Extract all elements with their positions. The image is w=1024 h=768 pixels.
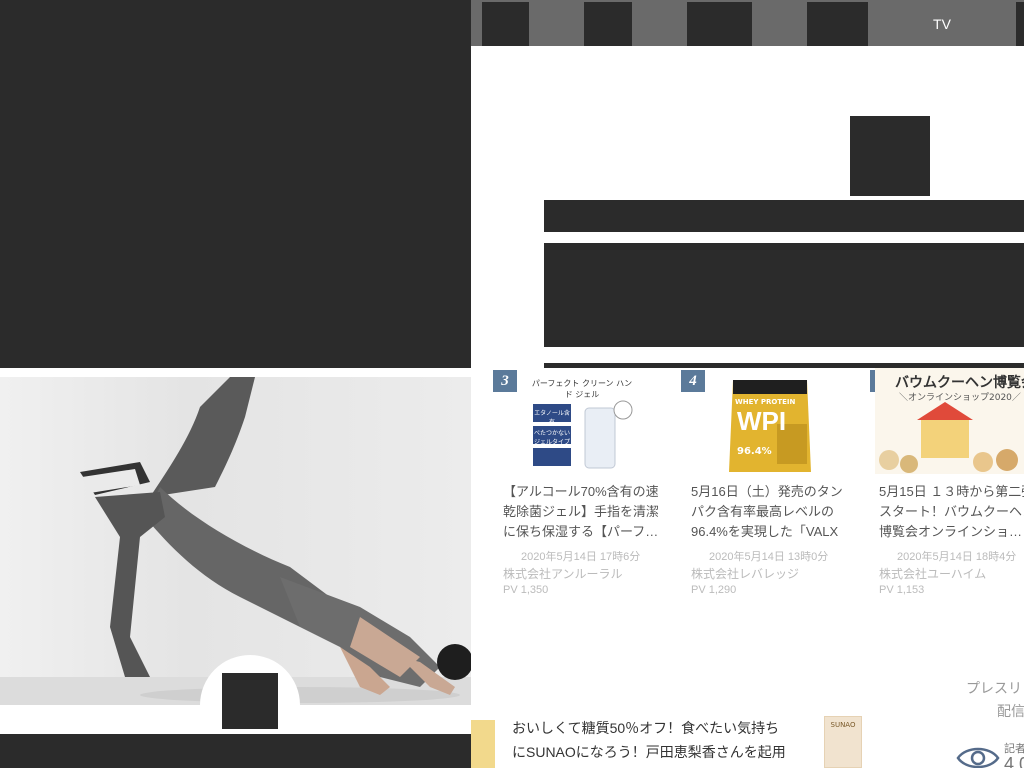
header-bar (544, 200, 1024, 232)
hero-image[interactable] (0, 377, 471, 705)
nav-item[interactable] (807, 2, 868, 46)
card-title[interactable]: 5月15日 １３時から第二弾スタート！バウムクーヘン博覧会オンラインショ… (879, 482, 1024, 542)
card-date: 2020年5月14日 18時4分 (897, 551, 1017, 563)
nav-item[interactable] (687, 2, 752, 46)
nav-item[interactable] (529, 2, 584, 46)
sidebar-press-release[interactable]: プレスリ (966, 678, 1022, 698)
article-thumbnail[interactable]: SUNAO (824, 716, 862, 768)
nav-item-tv[interactable]: TV (868, 2, 1016, 46)
article-title[interactable]: おいしくて糖質50％オフ！食べたい気持ちにSUNAOになろう！戸田恵梨香さんを起… (512, 716, 792, 768)
nav-item[interactable] (752, 2, 807, 46)
footer-block-left (0, 734, 471, 768)
rank-badge: 4 (681, 370, 705, 392)
thumb-caption: パーフェクト クリーン ハンド ジェル (531, 379, 633, 399)
hero-badge[interactable] (222, 673, 278, 729)
global-nav: TV (471, 0, 1024, 46)
card-thumbnail[interactable]: バウムクーヘン博覧会 ＼オンラインショップ2020／ (875, 368, 1024, 474)
card-title[interactable]: 【アルコール70%含有の速乾除菌ジェル】手指を清潔に保ち保湿する【パーフ… (503, 482, 663, 542)
card-date: 2020年5月14日 17時6分 (521, 551, 641, 563)
thumb-brand: WHEY PROTEIN (735, 398, 796, 406)
card-pv: PV 1,153 (879, 584, 925, 596)
card-pv: PV 1,350 (503, 584, 549, 596)
card-title[interactable]: 5月16日（土）発売のタンパク含有率最高レベルの96.4%を実現した「VALX (691, 482, 851, 542)
card-company[interactable]: 株式会社アンルーラル (503, 565, 623, 582)
eye-icon (956, 747, 1000, 768)
article-thumbnail-left[interactable] (471, 720, 495, 768)
overlay-block-top-left (0, 0, 471, 368)
nav-item[interactable] (584, 2, 632, 46)
thumb-sub: ＼オンラインショップ2020／ (899, 393, 1021, 403)
thumb-tag: べたつかない ジェルタイプ (533, 430, 570, 446)
header-banner[interactable] (544, 243, 1024, 347)
sidebar-reporter-count: 4,0 (1004, 754, 1024, 768)
nav-spacer (471, 2, 482, 46)
thumb-percent: 96.4% (737, 446, 772, 457)
thumb-tag: エタノール含有 (534, 410, 570, 426)
site-logo[interactable] (850, 116, 930, 196)
article-thumb-label: SUNAO (830, 721, 856, 729)
card-date: 2020年5月14日 13時0分 (709, 551, 829, 563)
rank-badge: 3 (493, 370, 517, 392)
card-pv: PV 1,290 (691, 584, 737, 596)
nav-item[interactable] (482, 2, 529, 46)
hero-illustration (0, 377, 471, 705)
nav-item[interactable] (1016, 2, 1024, 46)
thumb-big-text: WPI (737, 406, 787, 436)
thumb-heading: バウムクーヘン博覧会 (895, 375, 1024, 391)
card-company[interactable]: 株式会社レバレッジ (691, 565, 799, 582)
card-thumbnail[interactable]: パーフェクト クリーン ハンド ジェル エタノール含有 べたつかない ジェルタイ… (527, 368, 637, 474)
sidebar-distribution[interactable]: 配信 (997, 701, 1024, 721)
card-thumbnail[interactable]: WHEY PROTEIN WPI 96.4% (715, 368, 825, 474)
nav-item[interactable] (632, 2, 687, 46)
card-company[interactable]: 株式会社ユーハイム (879, 565, 986, 582)
